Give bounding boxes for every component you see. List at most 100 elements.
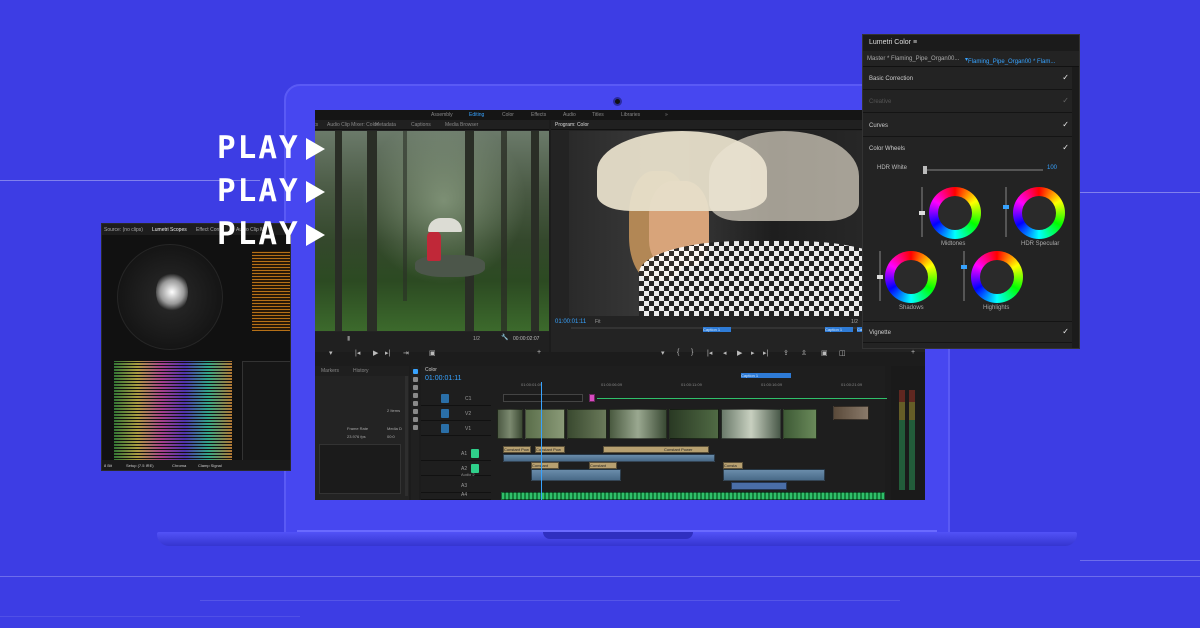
- insert-icon[interactable]: ⇥: [403, 349, 409, 357]
- transition-clip[interactable]: Constant Pow: [503, 446, 531, 453]
- step-forward-icon[interactable]: ▸|: [385, 349, 390, 357]
- more-workspaces-icon[interactable]: »: [665, 112, 668, 118]
- video-clip[interactable]: [609, 409, 667, 439]
- tab-captions[interactable]: Captions: [411, 122, 431, 128]
- hdr-specular-slider[interactable]: [1003, 187, 1009, 237]
- timeline-ruler[interactable]: 01:00:01:09 01:00:06:09 01:00:11:09 01:0…: [491, 382, 885, 390]
- tab-effects[interactable]: Effects: [531, 112, 546, 118]
- transition-clip[interactable]: Consta: [723, 462, 743, 469]
- export-frame-icon[interactable]: ▣: [429, 349, 436, 357]
- video-clip[interactable]: [833, 406, 869, 420]
- basic-correction-checkbox[interactable]: ✓: [1062, 73, 1069, 82]
- add-icon[interactable]: +: [911, 349, 915, 356]
- playhead[interactable]: [541, 382, 542, 500]
- add-icon[interactable]: +: [537, 349, 541, 356]
- mark-in-icon[interactable]: {: [677, 349, 679, 356]
- razor-tool-icon[interactable]: [412, 393, 418, 398]
- midtones-slider[interactable]: [919, 187, 925, 237]
- caption-marker[interactable]: Caption 1: [741, 373, 791, 378]
- clamp-signal-checkbox[interactable]: Clamp Signal: [198, 463, 222, 468]
- track-select-icon[interactable]: [412, 377, 418, 382]
- transition-clip[interactable]: Constant: [589, 462, 617, 469]
- selection-tool-icon[interactable]: [412, 369, 418, 374]
- tab-color[interactable]: Color: [502, 112, 514, 118]
- tab-audio[interactable]: Audio: [563, 112, 576, 118]
- curves-checkbox[interactable]: ✓: [1062, 120, 1069, 129]
- transition-clip[interactable]: Constant Pow: [535, 446, 565, 453]
- lumetri-scrollbar[interactable]: [1072, 67, 1079, 348]
- tab-libraries[interactable]: Libraries: [621, 112, 640, 118]
- video-clip[interactable]: [567, 409, 607, 439]
- section-vignette[interactable]: Vignette ✓: [863, 321, 1073, 343]
- bit-depth-dropdown[interactable]: 8 Bit: [104, 463, 112, 468]
- shadows-slider[interactable]: [877, 251, 883, 301]
- music-clip[interactable]: [501, 492, 885, 500]
- export-frame-icon[interactable]: ▣: [821, 349, 828, 357]
- audio-clip[interactable]: [531, 469, 621, 481]
- source-zoom[interactable]: 1/2: [473, 336, 480, 342]
- hdr-specular-wheel[interactable]: [1013, 187, 1065, 239]
- video-clip[interactable]: [783, 409, 817, 439]
- midtones-wheel[interactable]: [929, 187, 981, 239]
- go-to-in-icon[interactable]: |◂: [707, 349, 712, 357]
- caption-clip[interactable]: [503, 394, 583, 402]
- highlights-slider[interactable]: [961, 251, 967, 301]
- caption-clip[interactable]: [589, 394, 595, 402]
- marker-icon[interactable]: ▾: [329, 349, 333, 357]
- mark-in-icon[interactable]: ▮: [347, 335, 350, 342]
- comparison-icon[interactable]: ◫: [839, 349, 846, 357]
- step-forward-icon[interactable]: ▸: [751, 349, 755, 357]
- creative-checkbox[interactable]: ✓: [1062, 96, 1069, 105]
- step-back-icon[interactable]: ◂: [723, 349, 727, 357]
- step-back-icon[interactable]: |◂: [355, 349, 360, 357]
- chroma-checkbox[interactable]: Chroma: [172, 463, 186, 468]
- shadows-wheel[interactable]: [885, 251, 937, 303]
- hdr-white-value[interactable]: 100: [1047, 165, 1057, 171]
- video-clip[interactable]: [497, 409, 523, 439]
- tab-effects-short[interactable]: ects: [315, 122, 318, 128]
- play-icon[interactable]: ▶: [373, 349, 378, 357]
- project-scrollbar[interactable]: [405, 376, 408, 496]
- color-wheels-checkbox[interactable]: ✓: [1062, 143, 1069, 152]
- play-icon[interactable]: ▶: [737, 349, 742, 357]
- vignette-checkbox[interactable]: ✓: [1062, 327, 1069, 336]
- marker-icon[interactable]: ▾: [661, 349, 665, 357]
- clip-dropdown[interactable]: ▾ Flaming_Pipe_Organ00 * Flam...: [965, 56, 1055, 65]
- transition-clip[interactable]: Constant Power: [603, 446, 709, 453]
- section-color-wheels[interactable]: Color Wheels ✓: [863, 138, 1073, 160]
- section-creative[interactable]: Creative ✓: [863, 91, 1073, 113]
- video-clip[interactable]: [669, 409, 719, 439]
- caption-marker[interactable]: Caption 1: [825, 327, 853, 332]
- ripple-edit-icon[interactable]: [412, 385, 418, 390]
- caption-marker[interactable]: Caption 1: [703, 327, 731, 332]
- tab-editing[interactable]: Editing: [469, 112, 484, 118]
- hdr-white-slider[interactable]: [923, 166, 1043, 174]
- setup-checkbox[interactable]: Setup (7.5 IRE): [126, 463, 154, 468]
- fit-dropdown[interactable]: Fit: [595, 319, 601, 325]
- video-clip[interactable]: [721, 409, 781, 439]
- go-to-out-icon[interactable]: ▸|: [763, 349, 768, 357]
- sequence-tab[interactable]: Color: [425, 367, 437, 373]
- panel-menu-icon[interactable]: ≡: [913, 39, 917, 46]
- extract-icon[interactable]: ⇫: [801, 349, 807, 357]
- pen-tool-icon[interactable]: [412, 409, 418, 414]
- tab-lumetri-scopes[interactable]: Lumetri Scopes: [152, 227, 187, 233]
- tab-media-browser[interactable]: Media Browser: [445, 122, 478, 128]
- transition-clip[interactable]: Constant: [531, 462, 559, 469]
- tab-metadata[interactable]: Metadata: [375, 122, 396, 128]
- tab-source[interactable]: Source: (no clips): [104, 227, 143, 233]
- tab-titles[interactable]: Titles: [592, 112, 604, 118]
- audio-clip[interactable]: [723, 469, 825, 481]
- program-title[interactable]: Program: Color: [555, 122, 589, 128]
- wrench-icon[interactable]: 🔧: [501, 334, 508, 341]
- highlights-wheel[interactable]: [971, 251, 1023, 303]
- type-tool-icon[interactable]: [412, 425, 418, 430]
- section-curves[interactable]: Curves ✓: [863, 115, 1073, 137]
- audio-clip[interactable]: [503, 454, 715, 462]
- tab-markers[interactable]: Markers: [321, 368, 339, 374]
- lift-icon[interactable]: ⇪: [783, 349, 789, 357]
- program-zoom[interactable]: 1/2: [851, 319, 858, 325]
- tab-assembly[interactable]: Assembly: [431, 112, 453, 118]
- section-basic-correction[interactable]: Basic Correction ✓: [863, 68, 1073, 90]
- hand-tool-icon[interactable]: [412, 417, 418, 422]
